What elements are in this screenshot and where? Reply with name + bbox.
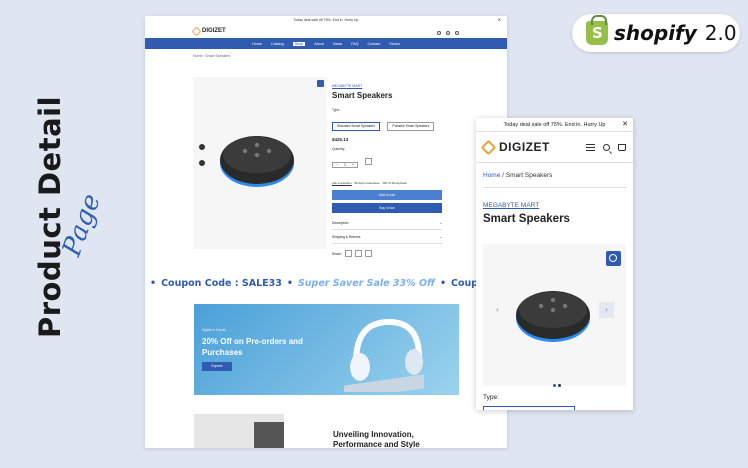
mobile-logo[interactable]: DIGIZET [480,139,550,155]
close-icon[interactable]: ✕ [622,118,628,132]
color-swatch-black[interactable] [199,160,205,166]
product-price: $425.13 [332,137,349,142]
search-icon[interactable] [603,143,610,151]
mobile-mockup: Today deal sale off 75%. End in. Hurry U… [476,118,633,410]
promo-headline: Unveiling Innovation, Performance and St… [333,430,420,448]
qty-minus[interactable]: − [333,163,341,167]
explore-button[interactable]: Explore [202,362,232,371]
mobile-announcement-bar: Today deal sale off 75%. End in. Hurry U… [476,118,633,132]
accordion-shipping[interactable]: Shipping & Returns ⌄ [332,230,442,244]
mobile-breadcrumb: Home / Smart Speakers [483,172,553,179]
accordion-description[interactable]: Description ⌄ [332,216,442,230]
share-row: Share: [332,250,442,257]
type-label: Type: [332,108,341,112]
shopify-wordmark: shopify [614,21,697,45]
nav-about[interactable]: About [314,42,324,46]
option-standard[interactable]: Standard Smart Speakers [332,121,380,131]
guarantee-text: 90 days Guarantee [354,181,380,185]
cart-icon[interactable] [455,31,459,35]
headphones-image [344,318,424,392]
nav-stores[interactable]: Stores [389,42,400,46]
mobile-announcement-text: Today deal sale off 75%. End in. Hurry U… [503,122,606,128]
mobile-product-vendor[interactable]: MEGABYTE MART [476,188,633,209]
chevron-down-icon: ⌄ [439,235,442,239]
banner-eyebrow: Digital In Trends [202,328,226,332]
chevron-down-icon: ⌄ [439,221,442,225]
side-title: Product Detail Page [20,90,107,370]
banner-headline: 20% Off on Pre-orders and Purchases [202,337,303,357]
mobile-product-gallery[interactable]: ‹ › [483,244,626,387]
coupon-marquee: • Coupon Code : SALE33 • Super Saver Sale 3… [145,278,507,292]
logo-icon [191,26,202,36]
mobile-product-title: Smart Speakers [483,213,570,225]
nav-faq[interactable]: FAQ [351,42,358,46]
next-arrow-icon[interactable]: › [599,302,614,318]
coupon-text: Coupon Code : SALE33 [161,278,282,289]
desktop-mockup: Today deal sale off 75%. End in. Hurry U… [145,16,507,448]
cart-icon[interactable] [618,143,626,151]
menu-icon[interactable] [586,143,595,151]
product-gallery[interactable] [193,77,327,249]
shopify-badge: S shopify 2.0 [572,14,740,52]
zoom-icon[interactable] [606,251,621,266]
mobile-type-label: Type: [483,394,499,401]
option-portable[interactable]: Portable Smart Speakers [387,121,435,131]
promo-banner: Digital In Trends 20% Off on Pre-orders … [194,304,459,395]
nav-shop[interactable]: Shop [292,41,306,46]
shopify-bag-icon: S [586,15,608,45]
product-image [220,136,294,187]
shopify-version: 2.0 [704,21,737,45]
color-swatch-dark[interactable] [199,144,205,150]
nav-catalog[interactable]: Catalog [271,42,284,46]
breadcrumb[interactable]: Home / Smart Speakers [145,49,507,63]
sale-text: Super Saver Sale 33% Off [297,278,435,289]
qty-plus[interactable]: + [349,163,357,167]
nav-home[interactable]: Home [252,42,262,46]
add-to-cart-button[interactable]: Add to cart [332,190,442,200]
nav-contact[interactable]: Contact [368,42,381,46]
nav-news[interactable]: News [333,42,342,46]
promo-image [194,414,284,448]
product-title: Smart Speakers [332,91,393,100]
zoom-icon[interactable] [317,80,324,87]
buy-now-button[interactable]: Buy it now [332,203,442,213]
announcement-text: Today deal sale off 75%. End in. Hurry U… [293,18,359,22]
facebook-icon[interactable] [354,250,362,257]
site-header: DIGIZET [145,24,507,38]
product-image [516,291,590,342]
gallery-dots[interactable] [553,374,563,392]
qty-value: 1 [344,163,346,167]
ask-question-link[interactable]: Ask a question [332,181,352,185]
account-icon[interactable] [437,31,441,35]
mobile-type-option[interactable] [483,406,575,410]
breadcrumb-current: Smart Speakers [505,172,553,179]
logo-icon [480,139,497,155]
quantity-label: Quantity: [332,147,346,151]
site-logo[interactable]: DIGIZET [191,26,226,36]
mobile-header-icons [586,143,626,151]
product-info: MEGABYTE MART Smart Speakers Type: Stand… [332,84,442,257]
moneyback-text: 100 % Moneyback [382,181,407,185]
quantity-stepper[interactable]: − 1 + [332,162,358,168]
search-icon[interactable] [446,31,450,35]
product-meta: Ask a question 90 days Guarantee 100 % M… [332,181,442,185]
prev-arrow-icon[interactable]: ‹ [490,302,505,318]
twitter-icon[interactable] [364,250,372,257]
compare-icon[interactable] [365,158,373,166]
type-options: Standard Smart Speakers Portable Smart S… [332,114,442,132]
breadcrumb-home-link[interactable]: Home [483,172,500,179]
close-icon[interactable]: ✕ [498,16,501,24]
share-label: Share: [332,251,342,256]
share-icon[interactable] [344,250,352,257]
header-icons [432,22,459,40]
announcement-bar: Today deal sale off 75%. End in. Hurry U… [145,16,507,24]
side-title-main: Product Detail [33,95,67,339]
mobile-header: DIGIZET [476,132,633,163]
product-vendor[interactable]: MEGABYTE MART [332,84,442,88]
